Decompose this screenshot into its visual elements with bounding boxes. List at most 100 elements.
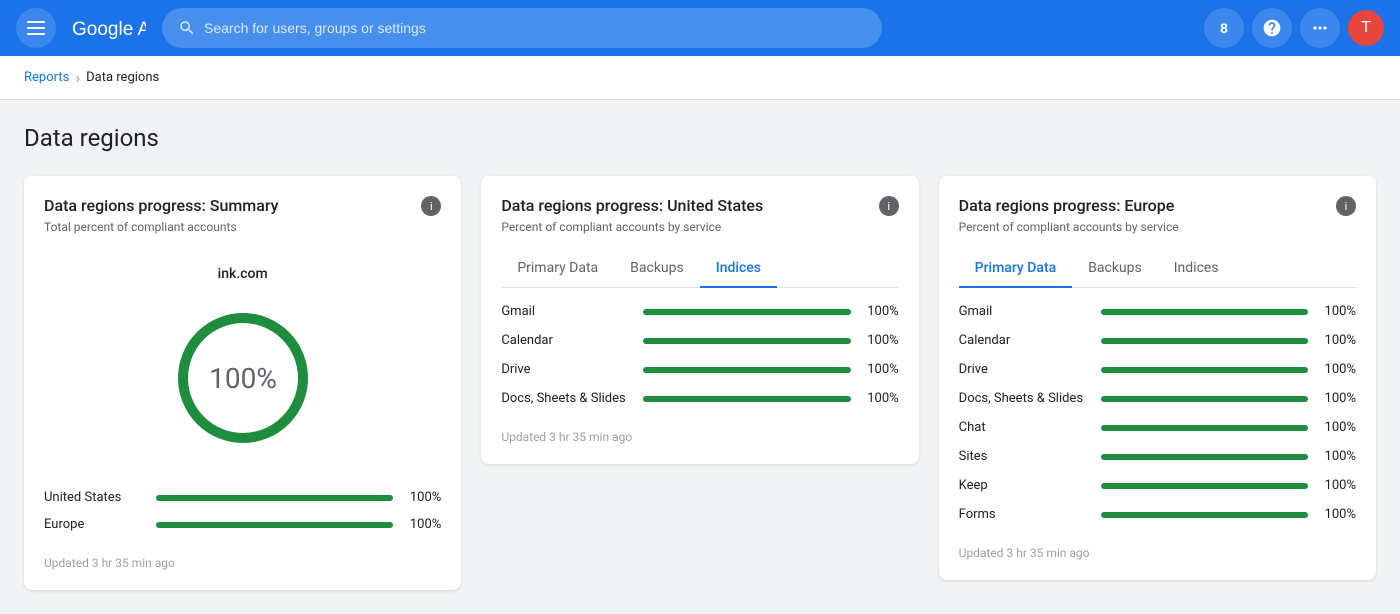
us-gmail-track [643,309,850,315]
us-gmail-name: Gmail [501,304,631,319]
europe-card-subtitle: Percent of compliant accounts by service [959,220,1356,234]
europe-drive-fill [1101,367,1308,373]
europe-chat-name: Chat [959,420,1089,435]
bar-track-europe [156,522,393,528]
us-tab-primary-data[interactable]: Primary Data [501,250,614,288]
menu-button[interactable] [16,8,56,48]
europe-service-calendar: Calendar 100% [959,333,1356,348]
europe-service-docs: Docs, Sheets & Slides 100% [959,391,1356,406]
bar-fill-europe [156,522,393,528]
europe-chat-pct: 100% [1320,420,1356,435]
header-actions: 8 T [1204,8,1384,48]
europe-calendar-track [1101,338,1308,344]
europe-sites-pct: 100% [1320,449,1356,464]
europe-sites-track [1101,454,1308,460]
us-docs-name: Docs, Sheets & Slides [501,391,631,406]
europe-tab-indices[interactable]: Indices [1158,250,1235,288]
us-card-footer: Updated 3 hr 35 min ago [501,430,898,444]
europe-service-keep: Keep 100% [959,478,1356,493]
breadcrumb-reports-link[interactable]: Reports [24,70,69,85]
europe-card: Data regions progress: Europe i Percent … [939,176,1376,580]
bar-pct-europe: 100% [405,517,441,532]
europe-keep-fill [1101,483,1308,489]
us-calendar-pct: 100% [863,333,899,348]
us-drive-pct: 100% [863,362,899,377]
us-gmail-pct: 100% [863,304,899,319]
us-drive-track [643,367,850,373]
summary-card-subtitle: Total percent of compliant accounts [44,220,441,234]
us-drive-name: Drive [501,362,631,377]
europe-gmail-track [1101,309,1308,315]
breadcrumb: Reports › Data regions [0,56,1400,100]
page-title: Data regions [24,124,1376,152]
bar-pct-us: 100% [405,490,441,505]
europe-forms-fill [1101,512,1308,518]
europe-service-sites: Sites 100% [959,449,1356,464]
search-icon [178,19,196,37]
summary-card-header: Data regions progress: Summary i [44,196,441,216]
region-name-us: United States [44,490,144,505]
europe-card-footer: Updated 3 hr 35 min ago [959,546,1356,560]
logo-text: Google Admin [72,19,146,40]
europe-chat-track [1101,425,1308,431]
apps-icon [1310,18,1330,38]
region-name-europe: Europe [44,517,144,532]
search-bar [162,8,882,48]
europe-service-forms: Forms 100% [959,507,1356,522]
google-admin-logo[interactable]: Google Admin [72,16,146,40]
domain-label: ink.com [218,266,268,282]
summary-card: Data regions progress: Summary i Total p… [24,176,461,590]
summary-info-icon[interactable]: i [421,196,441,216]
user-avatar[interactable]: T [1348,10,1384,46]
europe-service-chat: Chat 100% [959,420,1356,435]
bar-track-us [156,495,393,501]
europe-chat-fill [1101,425,1308,431]
us-gmail-fill [643,309,850,315]
help-button[interactable] [1252,8,1292,48]
us-calendar-name: Calendar [501,333,631,348]
us-drive-fill [643,367,850,373]
donut-chart: 100% [163,298,323,458]
europe-forms-name: Forms [959,507,1089,522]
europe-gmail-fill [1101,309,1308,315]
europe-tabs: Primary Data Backups Indices [959,250,1356,288]
search-input[interactable] [204,20,866,36]
europe-service-rows: Gmail 100% Calendar 100% Drive [959,304,1356,522]
europe-sites-fill [1101,454,1308,460]
europe-keep-name: Keep [959,478,1089,493]
us-tab-backups[interactable]: Backups [614,250,700,288]
europe-drive-pct: 100% [1320,362,1356,377]
europe-info-icon[interactable]: i [1336,196,1356,216]
europe-gmail-pct: 100% [1320,304,1356,319]
us-service-rows: Gmail 100% Calendar 100% Drive [501,304,898,406]
europe-drive-name: Drive [959,362,1089,377]
region-row-europe: Europe 100% [44,517,441,532]
us-card-title: Data regions progress: United States [501,196,763,215]
europe-sites-name: Sites [959,449,1089,464]
cards-container: Data regions progress: Summary i Total p… [24,176,1376,590]
us-card-header: Data regions progress: United States i [501,196,898,216]
us-info-icon[interactable]: i [879,196,899,216]
bar-fill-us [156,495,393,501]
support-button[interactable]: 8 [1204,8,1244,48]
europe-forms-pct: 100% [1320,507,1356,522]
europe-card-header: Data regions progress: Europe i [959,196,1356,216]
donut-percent-text: 100% [209,362,277,395]
us-service-drive: Drive 100% [501,362,898,377]
europe-docs-name: Docs, Sheets & Slides [959,391,1089,406]
apps-button[interactable] [1300,8,1340,48]
us-card-subtitle: Percent of compliant accounts by service [501,220,898,234]
europe-docs-pct: 100% [1320,391,1356,406]
main-content: Data regions Data regions progress: Summ… [0,100,1400,614]
europe-tab-backups[interactable]: Backups [1072,250,1158,288]
europe-docs-track [1101,396,1308,402]
europe-tab-primary-data[interactable]: Primary Data [959,250,1073,288]
europe-card-title: Data regions progress: Europe [959,196,1175,215]
us-tab-indices[interactable]: Indices [700,250,777,288]
europe-keep-track [1101,483,1308,489]
us-service-gmail: Gmail 100% [501,304,898,319]
europe-gmail-name: Gmail [959,304,1089,319]
us-docs-fill [643,396,850,402]
europe-calendar-name: Calendar [959,333,1089,348]
us-calendar-fill [643,338,850,344]
